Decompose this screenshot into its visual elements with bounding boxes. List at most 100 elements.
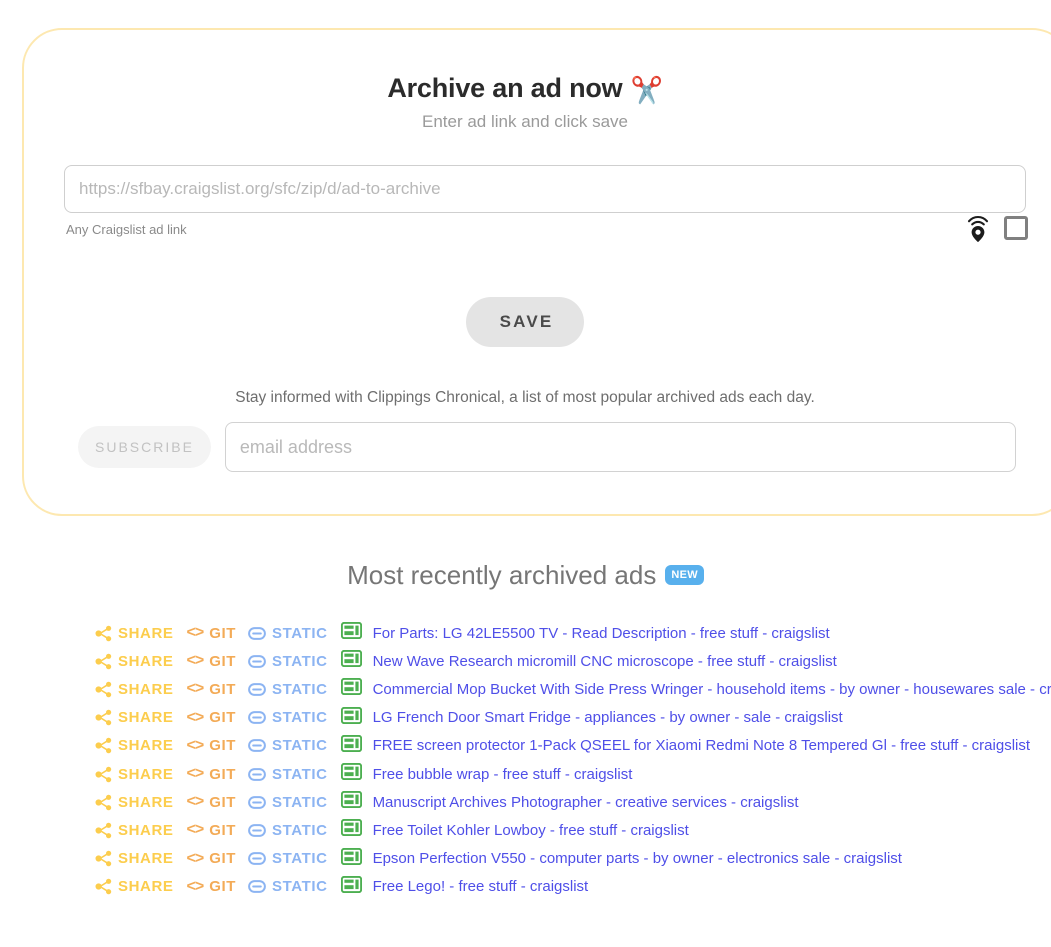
ad-url-input[interactable] xyxy=(64,164,1026,213)
url-helper-text: Any Craigslist ad link xyxy=(66,221,187,237)
location-pin-signal-icon[interactable] xyxy=(965,213,991,243)
screenshot-icon[interactable] xyxy=(340,762,362,785)
share-icon xyxy=(95,681,112,698)
share-action[interactable]: SHARE xyxy=(95,709,174,726)
static-action[interactable]: STATIC xyxy=(248,822,328,839)
save-button[interactable]: SAVE xyxy=(465,296,585,347)
share-action[interactable]: SHARE xyxy=(95,822,174,839)
ad-title-link[interactable]: Free Toilet Kohler Lowboy - free stuff -… xyxy=(373,822,689,839)
share-action[interactable]: SHARE xyxy=(95,681,174,698)
screenshot-icon[interactable] xyxy=(340,734,362,757)
list-item: SHARE <> GIT STATIC New Wave Research microm… xyxy=(95,647,1051,675)
static-action[interactable]: STATIC xyxy=(248,625,328,642)
new-badge: NEW xyxy=(665,565,704,585)
share-action[interactable]: SHARE xyxy=(95,625,174,642)
link-chain-icon xyxy=(248,711,266,725)
share-label: SHARE xyxy=(118,709,174,727)
static-action[interactable]: STATIC xyxy=(248,766,328,783)
static-action[interactable]: STATIC xyxy=(248,709,328,726)
static-label: STATIC xyxy=(272,878,328,896)
git-label: GIT xyxy=(209,821,237,839)
save-row: SAVE xyxy=(22,296,1028,347)
link-chain-icon xyxy=(248,852,266,865)
screenshot-icon[interactable] xyxy=(340,678,362,700)
static-label: STATIC xyxy=(272,652,328,670)
git-action[interactable]: <> GIT xyxy=(187,794,237,811)
list-item: SHARE <> GIT STATIC Free bubble wrap - free … xyxy=(95,760,1051,788)
screenshot-icon[interactable] xyxy=(340,791,362,813)
git-action[interactable]: <> GIT xyxy=(187,653,237,670)
ad-title-link[interactable]: Free Lego! - free stuff - craigslist xyxy=(373,878,589,895)
git-action[interactable]: <> GIT xyxy=(187,737,237,754)
screenshot-icon[interactable] xyxy=(340,706,362,729)
static-action[interactable]: STATIC xyxy=(248,794,328,811)
share-action[interactable]: SHARE xyxy=(95,878,174,895)
ad-title-link[interactable]: Commercial Mop Bucket With Side Press Wr… xyxy=(373,681,1051,698)
ad-title-link[interactable]: New Wave Research micromill CNC microsco… xyxy=(373,653,837,670)
static-action[interactable]: STATIC xyxy=(248,653,328,670)
git-action[interactable]: <> GIT xyxy=(187,625,237,642)
list-item: SHARE <> GIT STATIC LG French Door Smart Fri… xyxy=(95,704,1051,732)
share-action[interactable]: SHARE xyxy=(95,737,174,754)
ad-title-link[interactable]: For Parts: LG 42LE5500 TV - Read Descrip… xyxy=(373,625,830,642)
link-chain-icon xyxy=(248,654,266,668)
code-brackets-icon: <> xyxy=(186,624,205,642)
static-label: STATIC xyxy=(272,765,328,783)
subscribe-note: Stay informed with Clippings Chronical, … xyxy=(235,388,815,406)
static-action[interactable]: STATIC xyxy=(248,850,328,867)
static-label: STATIC xyxy=(272,737,328,755)
helper-icon-group xyxy=(965,213,1028,243)
code-brackets-icon: <> xyxy=(186,652,205,670)
link-chain-icon xyxy=(248,795,266,809)
git-action[interactable]: <> GIT xyxy=(187,850,237,867)
list-item: SHARE <> GIT STATIC Manuscript Archives Phot… xyxy=(95,788,1051,816)
screenshot-icon[interactable] xyxy=(340,819,362,841)
recent-ads-list: SHARE <> GIT STATIC For Parts: LG 42LE5500 T… xyxy=(0,619,1051,901)
list-item: SHARE <> GIT STATIC Epson Perfection V550 - … xyxy=(95,845,1051,873)
email-input[interactable] xyxy=(224,422,1016,473)
subscribe-button[interactable]: SUBSCRIBE xyxy=(78,426,211,469)
share-label: SHARE xyxy=(118,652,174,670)
screenshot-icon[interactable] xyxy=(340,650,362,672)
git-action[interactable]: <> GIT xyxy=(187,766,237,783)
ad-title-link[interactable]: Manuscript Archives Photographer - creat… xyxy=(373,794,799,811)
git-action[interactable]: <> GIT xyxy=(187,681,237,698)
options-checkbox[interactable] xyxy=(1004,215,1028,240)
ad-title-link[interactable]: FREE screen protector 1-Pack QSEEL for X… xyxy=(373,737,1030,754)
ad-title-link[interactable]: Epson Perfection V550 - computer parts -… xyxy=(373,850,902,867)
ad-title-link[interactable]: LG French Door Smart Fridge - appliances… xyxy=(373,709,843,726)
git-action[interactable]: <> GIT xyxy=(187,822,237,839)
static-action[interactable]: STATIC xyxy=(248,681,328,698)
list-item: SHARE <> GIT STATIC Free Toilet Kohler Lowbo… xyxy=(95,816,1051,844)
code-brackets-icon: <> xyxy=(186,793,205,811)
scissors-icon: ✂️ xyxy=(630,75,663,105)
git-label: GIT xyxy=(209,765,237,783)
code-brackets-icon: <> xyxy=(186,765,205,783)
share-label: SHARE xyxy=(118,624,174,642)
static-action[interactable]: STATIC xyxy=(248,737,328,754)
list-item: SHARE <> GIT STATIC Commercial Mop Bucket Wi… xyxy=(95,675,1051,703)
share-label: SHARE xyxy=(118,737,174,755)
share-label: SHARE xyxy=(118,850,174,868)
share-action[interactable]: SHARE xyxy=(95,653,174,670)
git-label: GIT xyxy=(209,850,237,868)
recent-heading: Most recently archived ads NEW xyxy=(0,560,1051,591)
static-label: STATIC xyxy=(272,680,328,698)
list-item: SHARE <> GIT STATIC FREE screen protector 1-… xyxy=(95,732,1051,760)
share-action[interactable]: SHARE xyxy=(95,850,174,867)
share-action[interactable]: SHARE xyxy=(95,794,174,811)
static-action[interactable]: STATIC xyxy=(248,878,328,895)
link-chain-icon xyxy=(248,626,266,640)
screenshot-icon[interactable] xyxy=(340,847,362,870)
ad-title-link[interactable]: Free bubble wrap - free stuff - craigsli… xyxy=(373,766,633,783)
share-icon xyxy=(95,625,112,642)
share-icon xyxy=(95,822,112,839)
git-action[interactable]: <> GIT xyxy=(187,878,237,895)
share-label: SHARE xyxy=(118,821,174,839)
list-item: SHARE <> GIT STATIC For Parts: LG 42LE5500 T… xyxy=(95,619,1051,647)
share-action[interactable]: SHARE xyxy=(95,766,174,783)
git-action[interactable]: <> GIT xyxy=(187,709,237,726)
screenshot-icon[interactable] xyxy=(340,622,362,644)
screenshot-icon[interactable] xyxy=(340,875,362,898)
static-label: STATIC xyxy=(272,850,328,868)
